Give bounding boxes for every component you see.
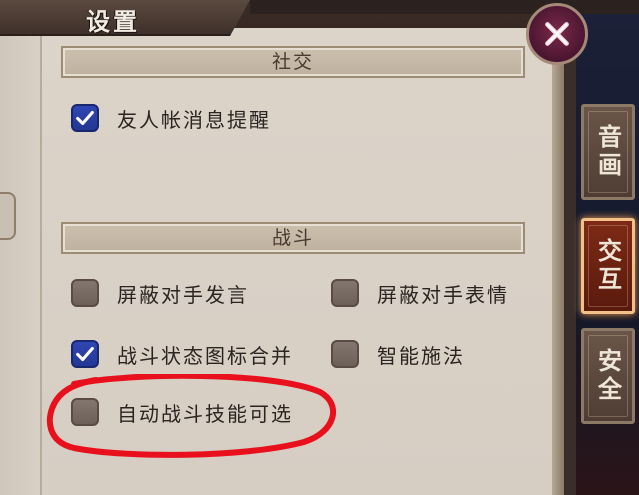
tab-audio-visual[interactable]: 音画 bbox=[581, 104, 635, 200]
option-label: 屏蔽对手发言 bbox=[117, 282, 249, 307]
option-block-opponent-emotes[interactable]: 屏蔽对手表情 bbox=[331, 277, 509, 309]
checkbox-unchecked[interactable] bbox=[71, 398, 99, 426]
option-label: 智能施法 bbox=[377, 343, 465, 368]
header-dark-strip bbox=[250, 0, 639, 14]
tab-interaction[interactable]: 交互 bbox=[581, 218, 635, 314]
option-auto-battle-skill-select[interactable]: 自动战斗技能可选 bbox=[71, 396, 293, 428]
tab-label: 交互 bbox=[593, 238, 622, 294]
panel-edge-shadow bbox=[564, 28, 576, 495]
settings-screen: 设置 社交 友人帐消息提醒 战斗 屏蔽对手发言 屏蔽对手表情 战斗状态图标合并 … bbox=[0, 0, 639, 495]
checkbox-unchecked[interactable] bbox=[331, 279, 359, 307]
checkbox-checked[interactable] bbox=[71, 340, 99, 368]
checkbox-unchecked[interactable] bbox=[331, 340, 359, 368]
left-backdrop bbox=[0, 0, 40, 495]
section-header-battle: 战斗 bbox=[61, 222, 525, 254]
section-header-social: 社交 bbox=[61, 46, 525, 78]
checkbox-unchecked[interactable] bbox=[71, 279, 99, 307]
option-label: 友人帐消息提醒 bbox=[117, 107, 271, 132]
checkmark-icon bbox=[76, 110, 94, 126]
panel-edge bbox=[552, 28, 564, 495]
close-icon bbox=[545, 22, 569, 46]
tab-security[interactable]: 安全 bbox=[581, 328, 635, 424]
option-block-opponent-chat[interactable]: 屏蔽对手发言 bbox=[71, 277, 249, 309]
option-friend-message-reminder[interactable]: 友人帐消息提醒 bbox=[71, 102, 271, 134]
page-title: 设置 bbox=[86, 8, 140, 36]
checkbox-checked[interactable] bbox=[71, 104, 99, 132]
option-label: 自动战斗技能可选 bbox=[117, 401, 293, 426]
left-tab-edge[interactable] bbox=[0, 192, 16, 240]
option-merge-battle-status-icons[interactable]: 战斗状态图标合并 bbox=[71, 338, 293, 370]
option-label: 战斗状态图标合并 bbox=[117, 343, 293, 368]
checkmark-icon bbox=[76, 346, 94, 362]
option-smart-cast[interactable]: 智能施法 bbox=[331, 338, 465, 370]
tab-label: 音画 bbox=[593, 124, 622, 180]
tab-label: 安全 bbox=[593, 348, 622, 404]
close-button[interactable] bbox=[526, 3, 588, 65]
option-label: 屏蔽对手表情 bbox=[377, 282, 509, 307]
